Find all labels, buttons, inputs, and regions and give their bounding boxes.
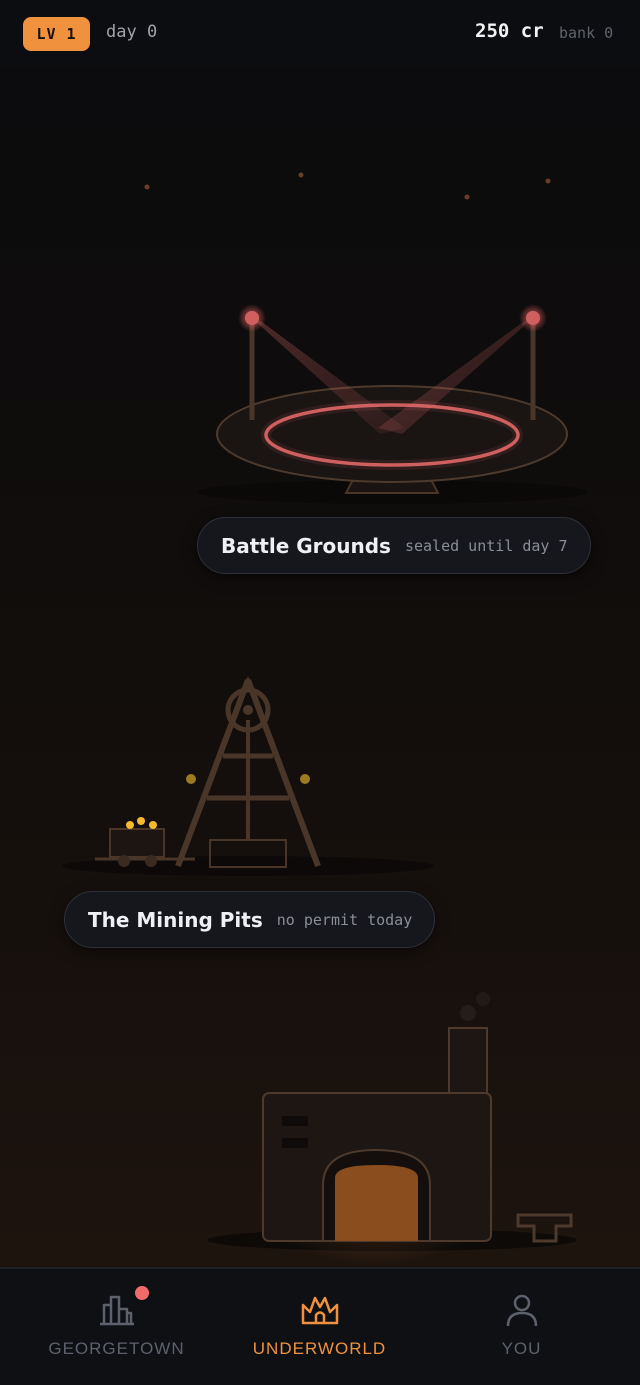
location-status: no permit today [276,910,413,929]
nav-tab-you[interactable]: YOU [415,1269,628,1385]
underworld-map [62,172,588,1265]
battle-grounds-label[interactable]: Battle Grounds sealed until day 7 [197,517,591,574]
crown-flame-icon [301,1296,338,1325]
bottom-nav: GEORGETOWN UNDERWORLD YOU [0,1267,640,1385]
notification-dot [135,1286,149,1300]
forge-building[interactable] [207,992,577,1265]
location-title: The Mining Pits [88,907,263,932]
mining-pits-label[interactable]: The Mining Pits no permit today [64,891,436,948]
ember-particles [144,172,551,200]
location-title: Battle Grounds [221,533,391,558]
nav-label: UNDERWORLD [252,1339,387,1358]
nav-label: YOU [501,1339,542,1358]
nav-label: GEORGETOWN [48,1339,185,1358]
location-status: sealed until day 7 [404,536,568,555]
mine-cart [95,817,195,867]
city-buildings-icon [99,1295,134,1326]
person-icon [506,1294,537,1327]
nav-tab-underworld[interactable]: UNDERWORLD [213,1269,426,1385]
battle-grounds-arena[interactable] [198,304,588,504]
nav-tab-georgetown[interactable]: GEORGETOWN [10,1269,223,1385]
